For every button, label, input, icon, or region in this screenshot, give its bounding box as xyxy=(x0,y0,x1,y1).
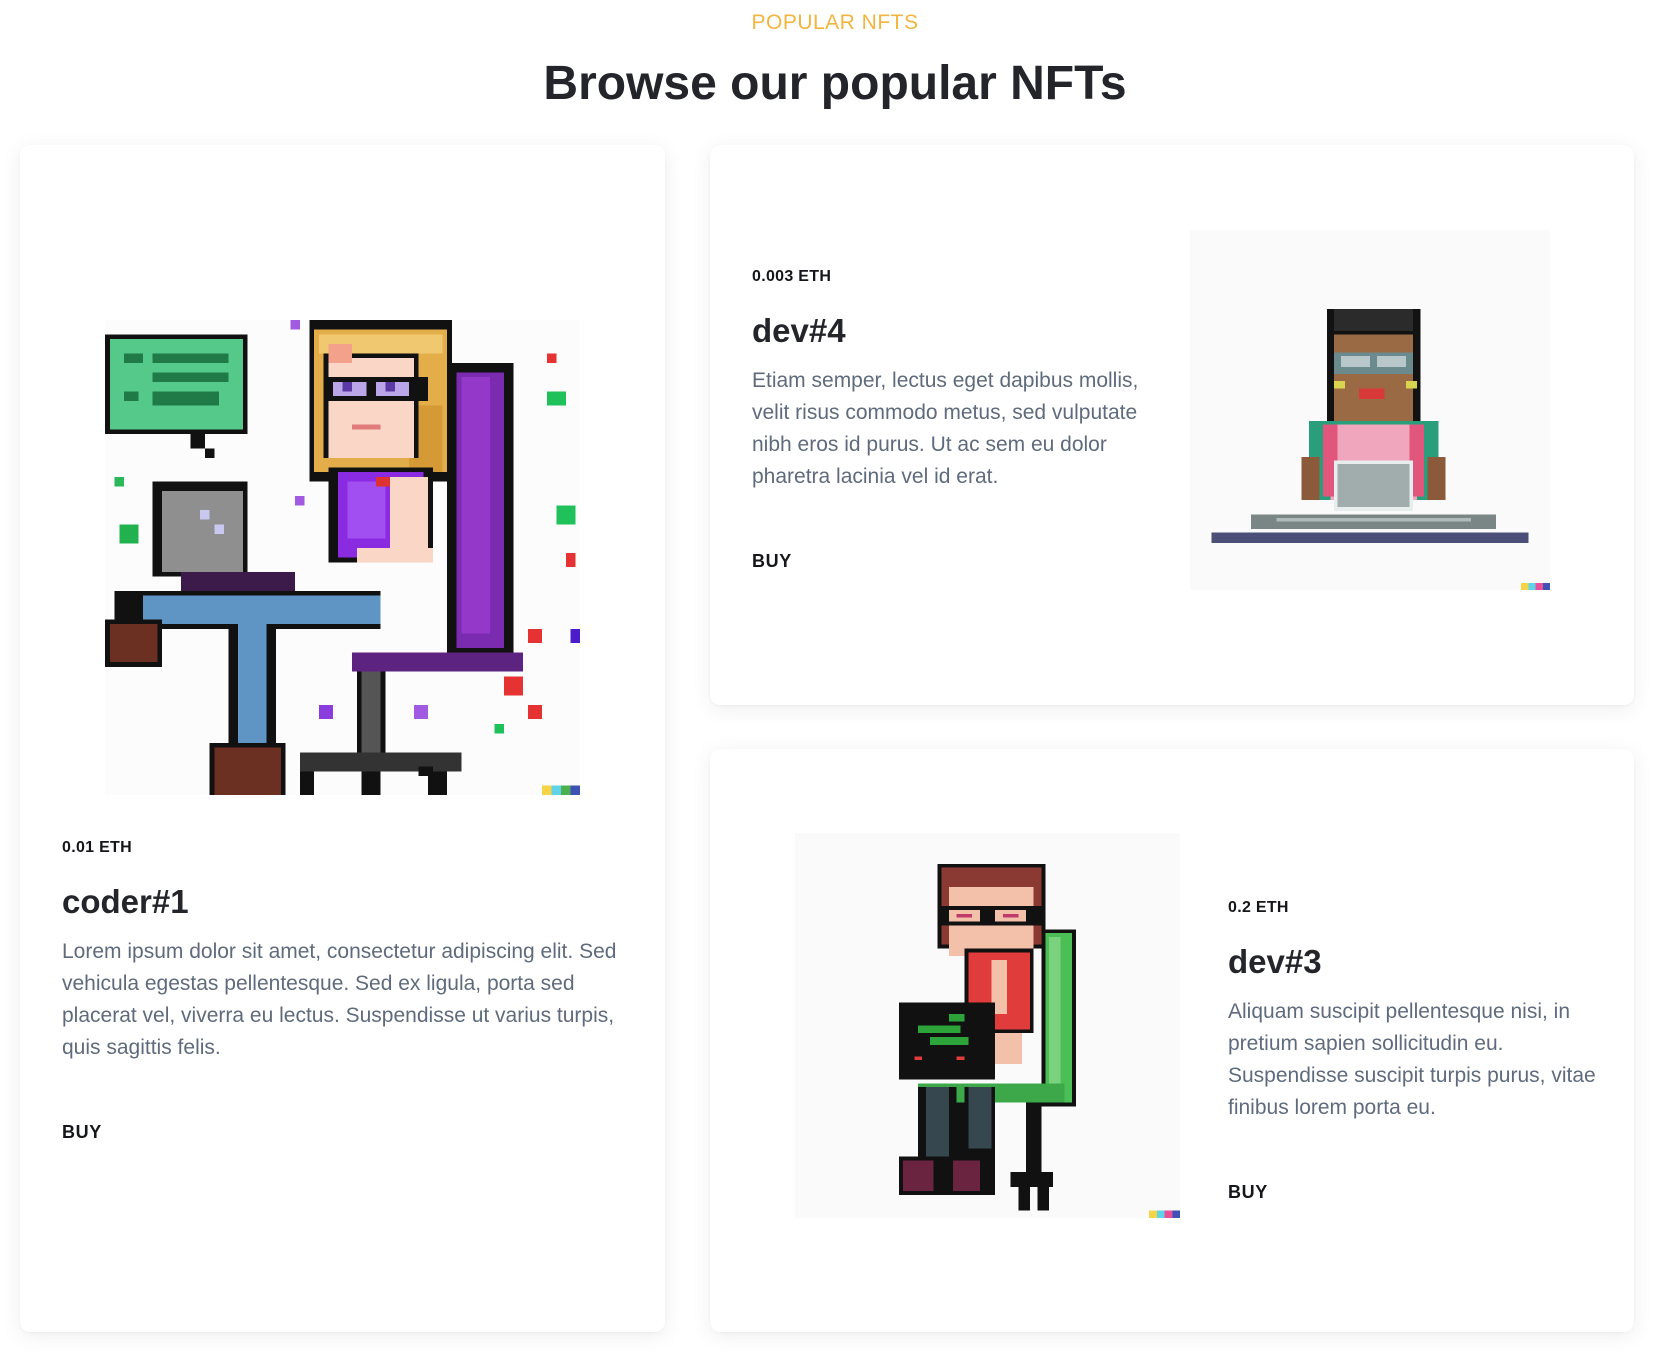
nft-description: Etiam semper, lectus eget dapibus mollis… xyxy=(752,369,1139,488)
nft-image-dev-4 xyxy=(1190,230,1550,590)
section-header: POPULAR NFTS Browse our popular NFTs xyxy=(0,10,1670,112)
nft-description: Lorem ipsum dolor sit amet, consectetur … xyxy=(62,940,617,1059)
section-eyebrow: POPULAR NFTS xyxy=(751,11,919,34)
buy-button[interactable]: BUY xyxy=(752,551,792,572)
nft-description: Aliquam suscipit pellentesque nisi, in p… xyxy=(1228,1000,1596,1119)
buy-button[interactable]: BUY xyxy=(1228,1182,1268,1203)
nft-details-coder-1: 0.01 ETH coder#1 Lorem ipsum dolor sit a… xyxy=(62,838,622,1143)
nft-details-dev-3: 0.2 ETH dev#3 Aliquam suscipit pellentes… xyxy=(1228,898,1598,1203)
section-title: Browse our popular NFTs xyxy=(543,57,1127,110)
nft-card-coder-1: 0.01 ETH coder#1 Lorem ipsum dolor sit a… xyxy=(20,145,665,1332)
nft-image-dev-3 xyxy=(795,833,1180,1218)
buy-button[interactable]: BUY xyxy=(62,1122,102,1143)
nft-name: coder#1 xyxy=(62,883,189,920)
nft-card-dev-3: 0.2 ETH dev#3 Aliquam suscipit pellentes… xyxy=(710,749,1634,1332)
nft-card-dev-4: 0.003 ETH dev#4 Etiam semper, lectus ege… xyxy=(710,145,1634,705)
nft-name: dev#3 xyxy=(1228,943,1322,980)
nft-name: dev#4 xyxy=(752,312,846,349)
nft-details-dev-4: 0.003 ETH dev#4 Etiam semper, lectus ege… xyxy=(752,267,1152,572)
nft-price: 0.003 ETH xyxy=(752,268,832,285)
nft-image-coder-1 xyxy=(105,320,580,795)
nft-price: 0.01 ETH xyxy=(62,839,132,856)
nft-price: 0.2 ETH xyxy=(1228,899,1289,916)
